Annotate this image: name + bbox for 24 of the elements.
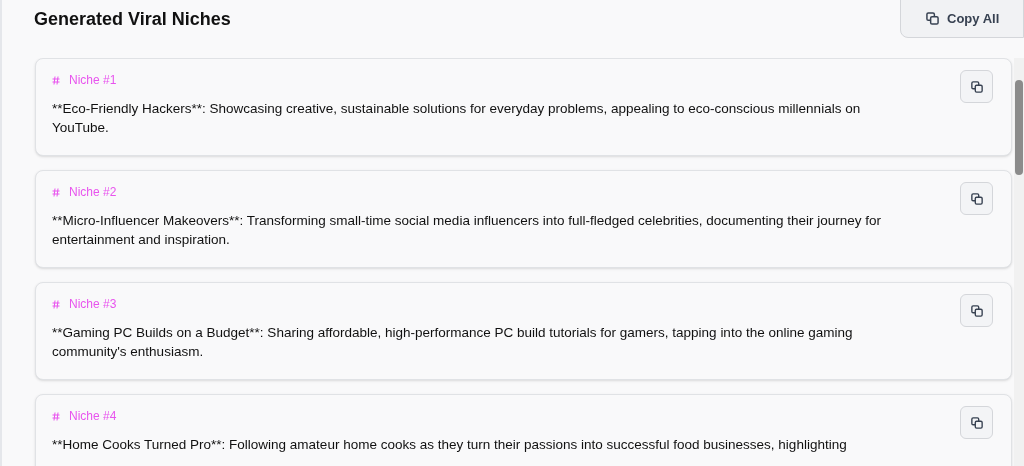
hash-icon bbox=[52, 75, 60, 85]
copy-icon bbox=[970, 304, 983, 317]
copy-button[interactable] bbox=[960, 294, 993, 327]
hash-icon bbox=[52, 299, 60, 309]
hash-icon bbox=[52, 411, 60, 421]
niche-description: **Home Cooks Turned Pro**: Following amateur home cooks as they turn their passions into successful food businesses, highlighting bbox=[52, 436, 848, 454]
niche-description: **Micro-Influencer Makeovers**: Transforming small-time social media influencers into full-fledged celebrities, documenting their journey for entertainment and inspiration. bbox=[52, 212, 883, 249]
niche-label: Niche #3 bbox=[69, 296, 117, 313]
copy-icon bbox=[970, 416, 983, 429]
hash-icon bbox=[52, 187, 60, 197]
section-title: Generated Viral Niches bbox=[34, 8, 231, 31]
niche-description: **Eco-Friendly Hackers**: Showcasing creative, sustainable solutions for everyday problems, appealing to eco-conscious millennials on YouTube. bbox=[52, 100, 862, 137]
copy-button[interactable] bbox=[960, 406, 993, 439]
niche-label: Niche #4 bbox=[69, 408, 117, 425]
niche-description: **Gaming PC Builds on a Budget**: Sharing affordable, high-performance PC build tutorials for gamers, tapping into the online gaming community's enthusiasm. bbox=[52, 324, 854, 361]
niche-label: Niche #2 bbox=[69, 184, 117, 201]
copy-icon bbox=[970, 80, 983, 93]
scrollbar[interactable] bbox=[1014, 58, 1024, 466]
copy-all-button[interactable]: Copy All bbox=[900, 0, 1024, 38]
copy-icon bbox=[926, 12, 939, 25]
copy-button[interactable] bbox=[960, 182, 993, 215]
copy-button[interactable] bbox=[960, 70, 993, 103]
copy-icon bbox=[970, 192, 983, 205]
niche-label: Niche #1 bbox=[69, 72, 117, 89]
